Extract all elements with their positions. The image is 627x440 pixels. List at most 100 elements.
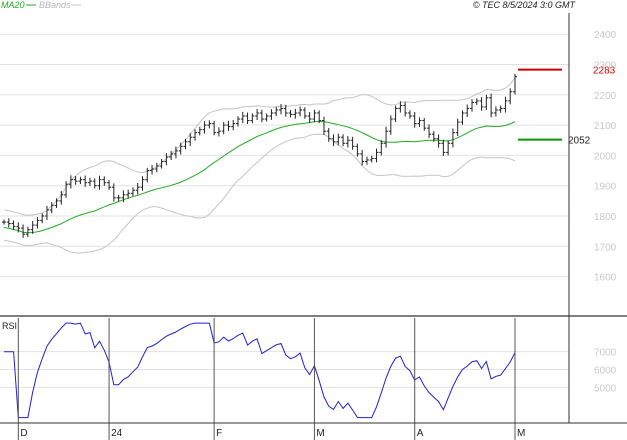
ohlc-bar — [102, 176, 107, 186]
chart-canvas: 22832052 1600 1700 1800 1900 2000 2100 2200 230… — [0, 0, 627, 440]
ohlc-bar — [298, 106, 303, 117]
ohlc-bar — [350, 136, 355, 150]
ohlc-bar — [135, 183, 140, 195]
month-label: M — [316, 428, 324, 439]
ohlc-bar — [240, 111, 245, 124]
ohlc-bar — [326, 128, 331, 142]
ma20-legend: MA20 — [1, 0, 25, 10]
ohlc-bar — [427, 124, 432, 139]
ohlc-bar — [274, 106, 279, 117]
ohlc-bar — [403, 101, 408, 117]
ohlc-bar — [436, 134, 441, 148]
ohlc-bar — [126, 189, 131, 199]
ohlc-bar — [465, 104, 470, 117]
month-label: 24 — [111, 428, 123, 439]
ohlc-bar — [422, 118, 427, 131]
ohlc-bar — [360, 149, 365, 166]
ohlc-bar — [302, 107, 307, 119]
source-timestamp: © TEC 8/5/2024 3:0 GMT — [473, 0, 577, 10]
ohlc-bar — [250, 113, 255, 124]
ohlc-bar — [379, 140, 384, 156]
ohlc-bar — [2, 219, 6, 225]
ohlc-bar — [307, 112, 312, 124]
ohlc-bar — [183, 138, 188, 150]
lower-band-line — [3, 133, 516, 254]
ohlc-bar — [202, 121, 207, 134]
ohlc-bar — [221, 122, 226, 135]
ohlc-bar — [130, 187, 135, 197]
ohlc-bar — [116, 194, 121, 201]
ohlc-bar — [312, 109, 317, 123]
ohlc-bar — [97, 175, 102, 190]
ohlc-bar — [441, 139, 446, 157]
ohlc-bar — [83, 175, 88, 187]
ohlc-bar — [484, 94, 489, 111]
ohlc-bar — [355, 143, 360, 157]
price-tick-label: 2400 — [594, 30, 617, 41]
rsi-panel: 5000 6000 7000 — [0, 322, 617, 419]
ohlc-bar — [78, 176, 83, 185]
month-label: D — [20, 428, 27, 439]
ohlc-bar — [489, 93, 494, 118]
ohlc-bar — [446, 140, 451, 156]
month-label: A — [417, 428, 424, 439]
ohlc-bar — [245, 112, 250, 125]
ohlc-bar — [393, 105, 398, 122]
ohlc-bar — [188, 133, 193, 146]
ohlc-bar — [470, 99, 475, 112]
month-label: M — [517, 428, 525, 439]
ohlc-bar — [178, 142, 183, 155]
price-tick-label: 2200 — [594, 91, 617, 102]
ohlc-bar — [140, 176, 145, 191]
ohlc-bar — [107, 180, 112, 190]
ohlc-bar — [40, 213, 45, 224]
ohlc-bar — [364, 156, 369, 165]
ohlc-bar — [212, 121, 217, 136]
ohlc-bar — [264, 113, 269, 122]
ohlc-bar — [369, 155, 374, 163]
ohlc-bar — [87, 177, 92, 187]
price-tick-label: 1700 — [594, 242, 617, 253]
ohlc-bar — [197, 126, 202, 136]
ohlc-bar — [503, 96, 508, 113]
ohlc-bar — [474, 98, 479, 105]
price-tick-label: 2100 — [594, 121, 617, 132]
ohlc-bar — [44, 205, 49, 221]
ohlc-bar — [6, 218, 11, 228]
ohlc-bar — [498, 105, 503, 113]
ohlc-bar — [345, 136, 350, 148]
rsi-line — [4, 322, 516, 419]
ohlc-bar — [25, 226, 30, 238]
ohlc-bar — [216, 127, 221, 137]
ohlc-bar — [288, 110, 293, 118]
price-tick-label: 2300 — [594, 61, 617, 72]
ohlc-bar — [321, 116, 326, 135]
ohlc-bar — [259, 109, 264, 123]
rsi-tick-label: 6000 — [594, 366, 617, 377]
ohlc-bar — [207, 120, 212, 129]
ohlc-bar — [255, 108, 260, 121]
ohlc-bar — [269, 109, 274, 120]
price-axis-labels: 1600 1700 1800 1900 2000 2100 2200 2300 2400 — [594, 30, 617, 283]
ohlc-bar — [407, 110, 412, 119]
ohlc-bar — [293, 108, 298, 119]
price-tick-label: 2000 — [594, 151, 617, 162]
rsi-tick-label: 5000 — [594, 383, 617, 394]
ohlc-bar — [226, 120, 231, 131]
price-tick-label: 1800 — [594, 212, 617, 223]
ohlc-bar — [460, 110, 465, 125]
price-tick-label: 1600 — [594, 273, 617, 284]
price-grid — [0, 33, 569, 278]
support-label: 2052 — [568, 136, 591, 147]
ohlc-bar — [193, 129, 198, 141]
rsi-label: RSI — [2, 321, 17, 331]
ohlc-bar — [513, 73, 517, 95]
ohlc-bar — [35, 217, 40, 229]
ohlc-bar — [92, 178, 97, 189]
ohlc-bar — [450, 128, 455, 148]
ohlc-bar — [455, 118, 460, 137]
month-label: F — [216, 428, 222, 439]
bbands-legend: BBands — [39, 0, 71, 10]
ohlc-bar — [508, 88, 513, 105]
ohlc-bar — [283, 104, 288, 117]
